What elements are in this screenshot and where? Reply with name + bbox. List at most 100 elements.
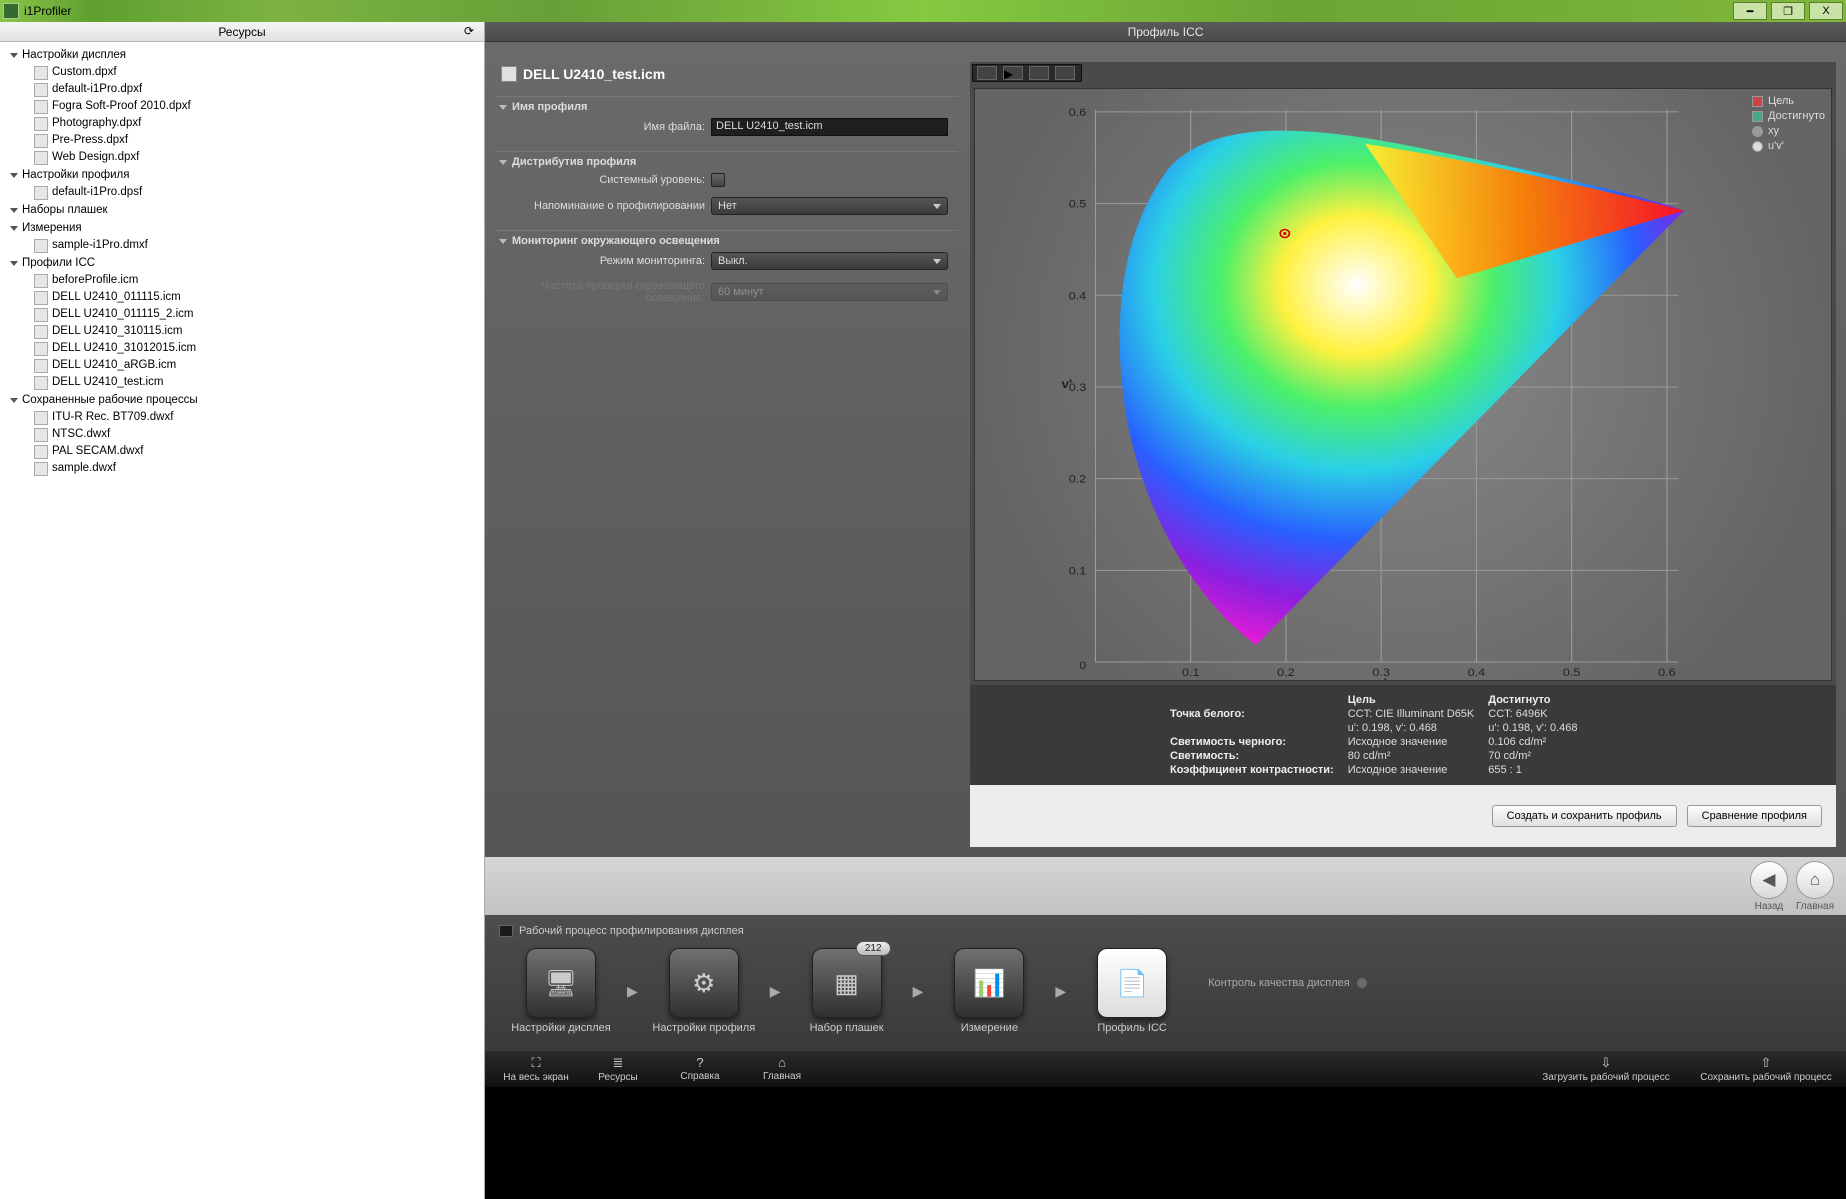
tree-item-label: default-i1Pro.dpxf: [52, 81, 142, 98]
tree-item[interactable]: DELL U2410_011115.icm: [34, 289, 480, 306]
legend-row[interactable]: xy: [1752, 125, 1825, 137]
compare-profile-button[interactable]: Сравнение профиля: [1687, 805, 1822, 827]
workflow-step-icon: 📄: [1097, 948, 1167, 1018]
tree-item[interactable]: DELL U2410_test.icm: [34, 374, 480, 391]
tree-item[interactable]: NTSC.dwxf: [34, 426, 480, 443]
tree-item[interactable]: sample.dwxf: [34, 460, 480, 477]
workflow-step[interactable]: ⚙Настройки профиля: [642, 948, 766, 1034]
tree-category[interactable]: Наборы плашек: [4, 202, 480, 219]
tree-item[interactable]: Web Design.dpxf: [34, 149, 480, 166]
save-profile-button[interactable]: Создать и сохранить профиль: [1492, 805, 1677, 827]
footer-button[interactable]: ⛶На весь экран: [495, 1055, 577, 1083]
tree-item-label: DELL U2410_011115_2.icm: [52, 306, 194, 323]
workflow-step-icon: 🖥: [526, 948, 596, 1018]
file-icon: [34, 325, 48, 339]
tree-item[interactable]: DELL U2410_011115_2.icm: [34, 306, 480, 323]
category-label: Профили ICC: [22, 255, 95, 272]
form-row: Напоминание о профилированииНет: [495, 192, 958, 220]
file-icon: [34, 462, 48, 476]
tree-item[interactable]: DELL U2410_31012015.icm: [34, 340, 480, 357]
info-achieved: 70 cd/m²: [1488, 749, 1591, 763]
tree-category[interactable]: Сохраненные рабочие процессы: [4, 392, 480, 409]
back-button[interactable]: ◀: [1750, 861, 1788, 899]
tree-category[interactable]: Измерения: [4, 220, 480, 237]
filename-input[interactable]: DELL U2410_test.icm: [711, 118, 948, 136]
tree-item-label: Web Design.dpxf: [52, 149, 139, 166]
app-icon: [3, 3, 19, 19]
tree-item[interactable]: sample-i1Pro.dmxf: [34, 237, 480, 254]
svg-text:0.2: 0.2: [1277, 666, 1295, 679]
resource-tree[interactable]: Настройки дисплеяCustom.dpxfdefault-i1Pr…: [0, 42, 484, 1199]
file-icon: [34, 308, 48, 322]
chromaticity-plot[interactable]: 0 0.1 0.2 0.3 0.4 0.5 0.6 0.1 0.2 0.3 0.…: [974, 88, 1832, 681]
tree-item-label: default-i1Pro.dpsf: [52, 184, 142, 201]
svg-text:0.4: 0.4: [1069, 289, 1087, 302]
tree-item-label: PAL SECAM.dwxf: [52, 443, 143, 460]
section-header[interactable]: Дистрибутив профиля: [495, 156, 958, 168]
select-dropdown[interactable]: Выкл.: [711, 252, 948, 270]
reload-icon[interactable]: ⟳: [464, 24, 480, 40]
footer-button[interactable]: ⇧Сохранить рабочий процесс: [1696, 1055, 1836, 1083]
footer-button[interactable]: ≣Ресурсы: [577, 1055, 659, 1083]
tree-item[interactable]: beforeProfile.icm: [34, 272, 480, 289]
legend-row[interactable]: u'v': [1752, 140, 1825, 152]
tree-item[interactable]: Fogra Soft-Proof 2010.dpxf: [34, 98, 480, 115]
gamut-square-icon[interactable]: [1029, 66, 1049, 80]
workflow-step-label: Настройки дисплея: [511, 1022, 611, 1034]
legend-label: Цель: [1768, 95, 1794, 107]
footer-button[interactable]: ⌂Главная: [741, 1055, 823, 1083]
home-button[interactable]: ⌂: [1796, 861, 1834, 899]
category-label: Настройки дисплея: [22, 47, 126, 64]
tree-item[interactable]: DELL U2410_aRGB.icm: [34, 357, 480, 374]
tree-item[interactable]: Custom.dpxf: [34, 64, 480, 81]
legend-swatch: [1752, 111, 1763, 122]
tree-item-label: Custom.dpxf: [52, 64, 117, 81]
tree-item[interactable]: Photography.dpxf: [34, 115, 480, 132]
sidebar-header: Ресурсы ⟳: [0, 22, 484, 42]
svg-text:0.6: 0.6: [1658, 666, 1676, 679]
tree-item-label: ITU-R Rec. BT709.dwxf: [52, 409, 173, 426]
tree-item[interactable]: Pre-Press.dpxf: [34, 132, 480, 149]
select-dropdown[interactable]: Нет: [711, 197, 948, 215]
footer-label: Загрузить рабочий процесс: [1542, 1072, 1670, 1083]
tree-item-label: DELL U2410_aRGB.icm: [52, 357, 176, 374]
gamut-person-icon[interactable]: [1055, 66, 1075, 80]
section-header[interactable]: Мониторинг окружающего освещения: [495, 235, 958, 247]
file-icon: [34, 428, 48, 442]
tree-item[interactable]: default-i1Pro.dpxf: [34, 81, 480, 98]
collapse-icon: [499, 160, 507, 165]
workflow-step-label: Профиль ICC: [1097, 1022, 1167, 1034]
workflow-step[interactable]: 🖥 Настройки дисплея: [499, 948, 623, 1034]
checkbox[interactable]: [711, 173, 725, 187]
tree-item-label: Pre-Press.dpxf: [52, 132, 128, 149]
gamut-view-icon[interactable]: [977, 66, 997, 80]
tree-item[interactable]: PAL SECAM.dwxf: [34, 443, 480, 460]
workflow-step-label: Набор плашек: [810, 1022, 884, 1034]
maximize-button[interactable]: ❐: [1771, 2, 1805, 20]
footer-button[interactable]: ⇩Загрузить рабочий процесс: [1536, 1055, 1676, 1083]
tree-item-label: Photography.dpxf: [52, 115, 141, 132]
section-header[interactable]: Имя профиля: [495, 101, 958, 113]
workflow-end[interactable]: Контроль качества дисплея: [1208, 977, 1368, 989]
step-separator-icon: ▶: [627, 983, 638, 1000]
gamut-play-icon[interactable]: ▶: [1003, 66, 1023, 80]
back-label: Назад: [1755, 901, 1784, 912]
tree-item[interactable]: default-i1Pro.dpsf: [34, 184, 480, 201]
info-target: Исходное значение: [1348, 763, 1489, 777]
footer-button[interactable]: ?Справка: [659, 1055, 741, 1083]
category-label: Сохраненные рабочие процессы: [22, 392, 198, 409]
svg-text:0.6: 0.6: [1069, 106, 1087, 119]
form-row: Имя файла:DELL U2410_test.icm: [495, 113, 958, 141]
tree-item[interactable]: ITU-R Rec. BT709.dwxf: [34, 409, 480, 426]
tree-category[interactable]: Профили ICC: [4, 255, 480, 272]
tree-category[interactable]: Настройки профиля: [4, 167, 480, 184]
workflow-step[interactable]: 📊Измерение: [927, 948, 1051, 1034]
tree-item[interactable]: DELL U2410_310115.icm: [34, 323, 480, 340]
section-title: Имя профиля: [512, 101, 587, 113]
workflow-step[interactable]: ▦212Набор плашек: [785, 948, 909, 1034]
minimize-button[interactable]: ━: [1733, 2, 1767, 20]
workflow-step[interactable]: 📄 Профиль ICC: [1070, 948, 1194, 1034]
tree-category[interactable]: Настройки дисплея: [4, 47, 480, 64]
close-button[interactable]: X: [1809, 2, 1843, 20]
profile-icon: [501, 66, 517, 82]
